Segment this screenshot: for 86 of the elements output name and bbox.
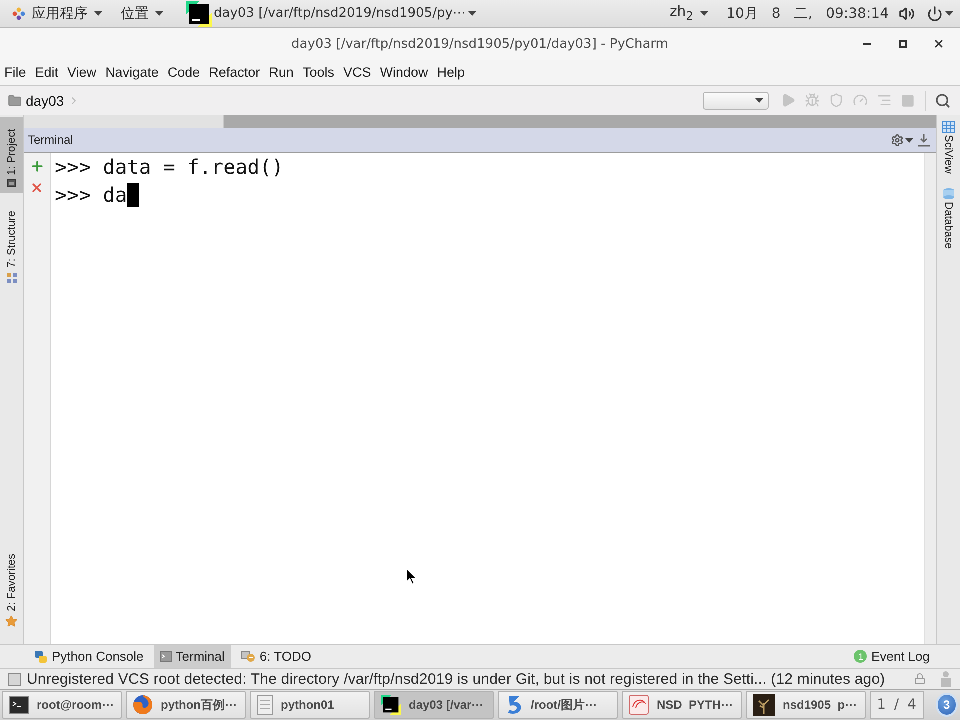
notification-badge: 1 (854, 650, 868, 663)
grid-icon (942, 121, 955, 133)
maximize-icon (899, 40, 907, 48)
globe-icon (133, 695, 153, 715)
mouse-pointer-icon (406, 568, 417, 585)
todo-icon (240, 650, 256, 663)
panel-title: Terminal (28, 133, 74, 147)
swirl-icon (505, 695, 523, 715)
event-log-button[interactable]: 1 Event Log (854, 649, 930, 664)
arrow-down-bar-icon (918, 134, 930, 146)
inspector-icon[interactable] (940, 671, 952, 687)
menu-item[interactable]: Tools (298, 60, 339, 84)
close-icon (933, 38, 945, 50)
panel-icon (7, 179, 16, 188)
database-icon (942, 188, 954, 200)
taskbar-window-button[interactable]: NSD_PYTH⋯ (622, 691, 742, 719)
places-menu[interactable]: 位置 (113, 0, 172, 26)
menu-item[interactable]: View (63, 60, 102, 84)
side-tool-tab[interactable]: 1: Project (0, 117, 23, 194)
taskbar-window-button[interactable]: /root/图片⋯ (498, 691, 618, 719)
hide-panel-button[interactable] (916, 131, 932, 149)
side-tool-tab[interactable]: Database (937, 188, 960, 250)
close-icon (30, 181, 44, 195)
terminal-line: >>> data = f.read() (55, 155, 284, 179)
caret-icon (94, 11, 103, 16)
taskbar-window-button[interactable]: python百例⋯ (126, 691, 246, 719)
python-console-icon (34, 650, 48, 664)
window-title: day03 [/var/ftp/nsd2019/nsd1905/py01/day03] - PyCharm (292, 36, 668, 52)
taskbar-window-button[interactable]: day03 [/var⋯ (374, 691, 494, 719)
run-configuration-dropdown[interactable] (703, 92, 769, 110)
plus-icon (30, 158, 44, 174)
side-tool-tab[interactable]: 2: Favorites (0, 542, 23, 634)
side-tool-tab[interactable]: 7: Structure (0, 199, 23, 290)
dots-icon (12, 6, 26, 20)
active-window-menu[interactable]: day03 [/var/ftp/nsd2019/nsd1905/py⋯ (182, 0, 485, 26)
structure-icon (6, 272, 18, 284)
caret-icon (468, 11, 477, 16)
input-method-menu[interactable]: zh$_{2}$ (662, 0, 717, 26)
scrollbar-track[interactable] (924, 153, 936, 644)
menu-item[interactable]: Navigate (101, 60, 164, 84)
search-icon (935, 92, 951, 108)
document-icon (257, 695, 273, 715)
taskbar-window-button[interactable]: nsd1905_p⋯ (746, 691, 866, 719)
gauge-icon (852, 93, 868, 108)
menu-item[interactable]: Code (163, 60, 205, 84)
image-thumbnail-icon (753, 694, 775, 716)
terminal-line: >>> da (55, 183, 128, 207)
minimize-icon (863, 43, 871, 45)
menu-item[interactable]: VCS (338, 60, 376, 84)
taskbar-window-button[interactable]: root@room⋯ (2, 691, 122, 719)
tool-window-tab[interactable]: 6: TODO (234, 645, 318, 668)
volume-icon[interactable] (899, 6, 915, 22)
menu-item[interactable]: Run (264, 60, 298, 84)
terminal-icon (9, 696, 29, 714)
star-icon (5, 615, 18, 628)
menu-item[interactable]: Edit (30, 60, 64, 84)
stop-icon (901, 94, 915, 108)
menu-item[interactable]: Refactor (204, 60, 265, 84)
terminal-icon (160, 651, 172, 662)
applications-menu[interactable]: 应用程序 (4, 0, 111, 26)
caret-icon (755, 98, 764, 103)
settings-icon (891, 134, 904, 146)
lines-icon (876, 93, 892, 108)
caret-icon (945, 11, 954, 16)
menu-item[interactable]: Help (432, 60, 470, 84)
caret-icon (155, 11, 164, 16)
menu-item[interactable]: File (0, 60, 31, 84)
window-toggle-icon[interactable] (8, 672, 21, 686)
caret-icon (905, 138, 914, 142)
shield-icon (828, 93, 844, 108)
side-tool-tab[interactable]: SciView (937, 121, 960, 174)
app-logo-icon (381, 695, 401, 715)
document-icon (629, 695, 649, 715)
tool-window-tab[interactable]: Python Console (28, 645, 150, 668)
caret-icon (700, 11, 709, 16)
lock-icon[interactable] (914, 673, 926, 685)
power-icon[interactable] (927, 6, 943, 22)
workspace-pager[interactable]: 1 / 4 (870, 691, 924, 719)
folder-icon (8, 94, 22, 108)
breadcrumb-item[interactable]: day03 (8, 92, 80, 108)
tool-window-tab[interactable]: Terminal (154, 645, 231, 668)
clock[interactable]: 10月 8 二, 09:38:14 (718, 4, 897, 22)
menu-item[interactable]: Window (376, 60, 433, 84)
taskbar-window-button[interactable]: python01 (250, 691, 370, 719)
play-icon (780, 93, 796, 108)
bug-icon (804, 93, 820, 108)
